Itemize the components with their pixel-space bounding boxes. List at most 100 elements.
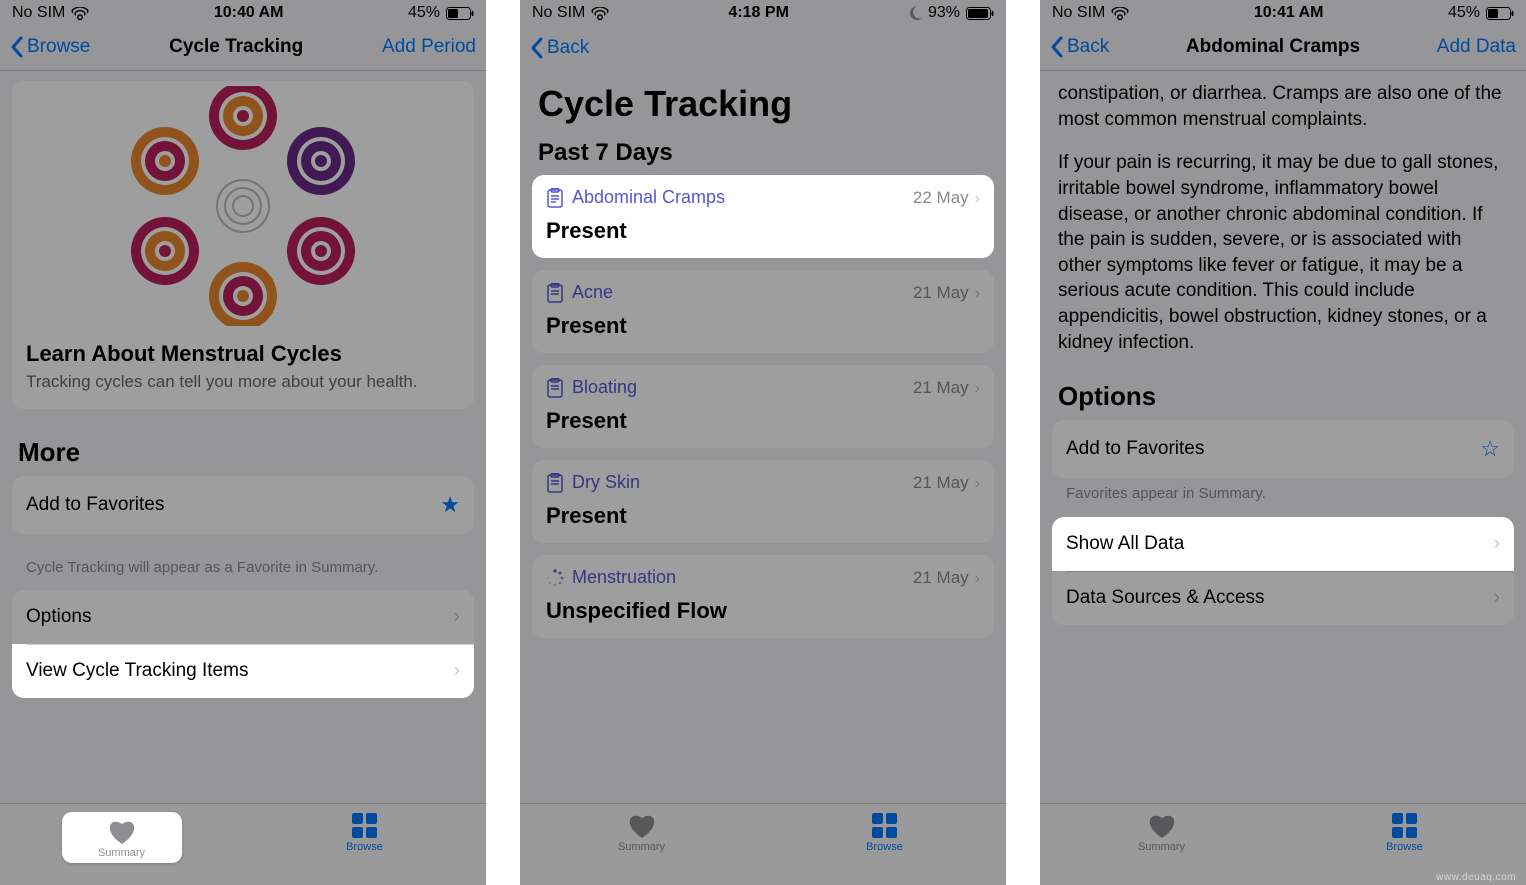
item-acne[interactable]: Acne 21 May › Present xyxy=(532,270,994,353)
chevron-right-icon: › xyxy=(975,380,980,397)
chevron-left-icon xyxy=(530,37,543,59)
status-time: 10:40 AM xyxy=(214,4,284,22)
show-all-label: Show All Data xyxy=(1066,533,1184,555)
star-outline-icon: ☆ xyxy=(1480,436,1500,462)
tab-browse[interactable]: Browse xyxy=(305,812,425,853)
chevron-left-icon xyxy=(1050,36,1063,58)
navbar: Back Abdominal Cramps Add Data xyxy=(1040,24,1526,71)
item-value: Present xyxy=(546,408,980,434)
screen-cycle-items: No SIM 4:18 PM 93% Back Cycle Tracking P… xyxy=(520,0,1006,885)
info-paragraph-1: constipation, or diarrhea. Cramps are al… xyxy=(1040,71,1526,150)
info-paragraph-2: If your pain is recurring, it may be due… xyxy=(1040,150,1526,373)
favorites-caption: Favorites appear in Summary. xyxy=(1040,484,1526,516)
clipboard-icon xyxy=(546,473,564,493)
item-value: Present xyxy=(546,218,980,244)
battery-icon xyxy=(1486,7,1514,20)
clipboard-icon xyxy=(546,283,564,303)
wifi-icon xyxy=(1111,7,1129,20)
back-label: Browse xyxy=(27,36,90,58)
chevron-right-icon: › xyxy=(975,475,980,492)
item-name: Menstruation xyxy=(572,567,676,588)
tab-summary-label: Summary xyxy=(98,847,145,859)
tab-summary-label: Summary xyxy=(618,841,665,853)
heart-icon xyxy=(1147,812,1177,839)
item-date: 21 May xyxy=(913,378,969,397)
add-to-favorites-row[interactable]: Add to Favorites ★ xyxy=(12,476,474,534)
tab-bar: Summary Browse xyxy=(520,803,1006,885)
add-data-button[interactable]: Add Data xyxy=(1437,36,1516,58)
back-label: Back xyxy=(1067,36,1109,58)
carrier-label: No SIM xyxy=(12,4,65,22)
tab-browse[interactable]: Browse xyxy=(1345,812,1465,853)
item-abdominal-cramps[interactable]: Abdominal Cramps 22 May› Present xyxy=(532,175,994,258)
screen-abdominal-cramps: No SIM 10:41 AM 45% Back Abdominal Cramp… xyxy=(1040,0,1526,885)
tab-bar: Summary Browse xyxy=(0,803,486,885)
add-period-button[interactable]: Add Period xyxy=(382,36,476,58)
section-header: Past 7 Days xyxy=(520,131,1006,175)
chevron-right-icon: › xyxy=(454,606,460,628)
item-value: Present xyxy=(546,313,980,339)
wifi-icon xyxy=(591,7,609,20)
tab-summary[interactable]: Summary xyxy=(62,812,182,863)
screen-cycle-tracking: No SIM 10:40 AM 45% Browse Cycle Trackin… xyxy=(0,0,486,885)
chevron-right-icon: › xyxy=(975,190,980,207)
navbar: Back xyxy=(520,24,1006,71)
more-header: More xyxy=(0,429,486,476)
favorites-label: Add to Favorites xyxy=(26,494,164,516)
view-items-label: View Cycle Tracking Items xyxy=(26,660,248,682)
options-header: Options xyxy=(1040,373,1526,420)
item-name: Abdominal Cramps xyxy=(572,187,725,208)
sources-label: Data Sources & Access xyxy=(1066,587,1265,609)
clipboard-icon xyxy=(546,188,564,208)
item-menstruation[interactable]: Menstruation 21 May› Unspecified Flow xyxy=(532,555,994,638)
chevron-right-icon: › xyxy=(975,285,980,302)
show-all-data-row[interactable]: Show All Data › xyxy=(1052,517,1514,571)
chevron-right-icon: › xyxy=(975,570,980,587)
item-dry-skin[interactable]: Dry Skin 21 May › Present xyxy=(532,460,994,543)
battery-pct: 45% xyxy=(408,4,440,22)
item-name: Bloating xyxy=(572,377,637,398)
back-button[interactable]: Browse xyxy=(10,36,90,58)
grid-icon xyxy=(351,812,378,839)
add-to-favorites-row[interactable]: Add to Favorites ☆ xyxy=(1052,420,1514,478)
back-button[interactable]: Back xyxy=(1050,36,1109,58)
battery-icon xyxy=(446,7,474,20)
status-time: 10:41 AM xyxy=(1254,4,1324,22)
tab-browse-label: Browse xyxy=(866,841,903,853)
grid-icon xyxy=(1391,812,1418,839)
item-name: Acne xyxy=(572,282,613,303)
spinner-icon xyxy=(546,569,564,587)
view-cycle-items-row[interactable]: View Cycle Tracking Items › xyxy=(12,644,474,698)
grid-icon xyxy=(871,812,898,839)
clipboard-icon xyxy=(546,378,564,398)
watermark: www.deuaq.com xyxy=(1436,872,1516,883)
status-bar: No SIM 4:18 PM 93% xyxy=(520,0,1006,24)
promo-image xyxy=(12,81,474,331)
nav-title: Abdominal Cramps xyxy=(1109,36,1437,58)
tab-summary[interactable]: Summary xyxy=(1102,812,1222,853)
item-bloating[interactable]: Bloating 21 May › Present xyxy=(532,365,994,448)
item-date: 21 May xyxy=(913,283,969,302)
heart-icon xyxy=(107,818,137,845)
back-button[interactable]: Back xyxy=(530,37,589,59)
item-value: Present xyxy=(546,503,980,529)
tab-summary[interactable]: Summary xyxy=(582,812,702,853)
promo-card[interactable]: Learn About Menstrual Cycles Tracking cy… xyxy=(12,81,474,409)
moon-icon xyxy=(908,6,922,20)
promo-subtitle: Tracking cycles can tell you more about … xyxy=(26,371,460,393)
navbar: Browse Cycle Tracking Add Period xyxy=(0,24,486,71)
tab-browse[interactable]: Browse xyxy=(825,812,945,853)
data-sources-row[interactable]: Data Sources & Access › xyxy=(1052,571,1514,625)
wifi-icon xyxy=(71,7,89,20)
carrier-label: No SIM xyxy=(1052,4,1105,22)
tab-summary-label: Summary xyxy=(1138,841,1185,853)
favorites-caption: Cycle Tracking will appear as a Favorite… xyxy=(0,558,486,590)
carrier-label: No SIM xyxy=(532,4,585,22)
options-row[interactable]: Options › xyxy=(12,590,474,644)
item-date: 21 May xyxy=(913,473,969,492)
nav-title: Cycle Tracking xyxy=(90,36,382,58)
battery-pct: 93% xyxy=(928,4,960,22)
item-name: Dry Skin xyxy=(572,472,640,493)
options-label: Options xyxy=(26,606,91,628)
large-title: Cycle Tracking xyxy=(520,71,1006,131)
